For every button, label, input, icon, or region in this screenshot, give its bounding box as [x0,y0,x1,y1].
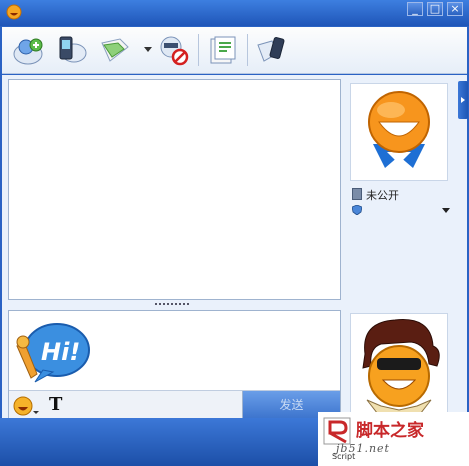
minimize-button[interactable]: _ [407,2,423,16]
chevron-down-icon[interactable] [144,47,152,53]
main-content: Hi! T 发送 未公开 [2,75,468,420]
title-bar[interactable]: _ □ × [0,0,469,26]
collapse-panel-tab[interactable] [458,81,468,119]
chat-history-icon[interactable] [205,33,239,67]
mobile-phone-icon[interactable] [254,33,288,67]
computer-status-icon [352,188,362,200]
app-smiley-icon [6,4,22,20]
block-user-icon[interactable] [156,33,190,67]
contact-sub-row[interactable] [350,204,450,218]
my-face-icon [362,319,440,416]
chat-window: _ □ × Hi! T 发送 未公开 脚本之家 jb51.net Script [0,0,469,466]
chevron-down-icon[interactable] [442,208,450,214]
contact-face-icon [368,91,430,168]
hi-logo-icon: Hi! [16,323,90,383]
input-toolbar: T 发送 [9,390,340,420]
toolbar-separator [198,34,199,66]
contact-status-text: 未公开 [366,189,399,202]
add-contact-icon[interactable] [11,33,45,67]
contact-avatar[interactable] [350,83,448,181]
shield-icon [352,205,362,215]
folder-share-icon[interactable] [98,33,132,67]
splitter-handle[interactable] [155,302,191,306]
watermark-site-name: 脚本之家 [356,421,424,441]
mobile-chat-icon[interactable] [54,33,88,67]
toolbar-separator [247,34,248,66]
maximize-button[interactable]: □ [427,2,443,16]
close-button[interactable]: × [447,2,463,16]
emoji-picker-icon[interactable] [13,395,41,417]
contact-panel: 未公开 [346,79,455,219]
my-avatar[interactable] [350,313,448,417]
chat-history-area[interactable] [8,79,341,300]
site-watermark: 脚本之家 jb51.net Script [318,412,469,466]
font-format-button[interactable]: T [49,394,67,416]
contact-status-row: 未公开 [350,186,450,202]
svg-text:Hi!: Hi! [41,338,80,366]
chevron-right-icon [461,97,465,103]
toolbar [2,27,467,74]
message-input-area[interactable]: Hi! T 发送 [8,310,341,420]
watermark-script-label: Script [332,452,356,461]
